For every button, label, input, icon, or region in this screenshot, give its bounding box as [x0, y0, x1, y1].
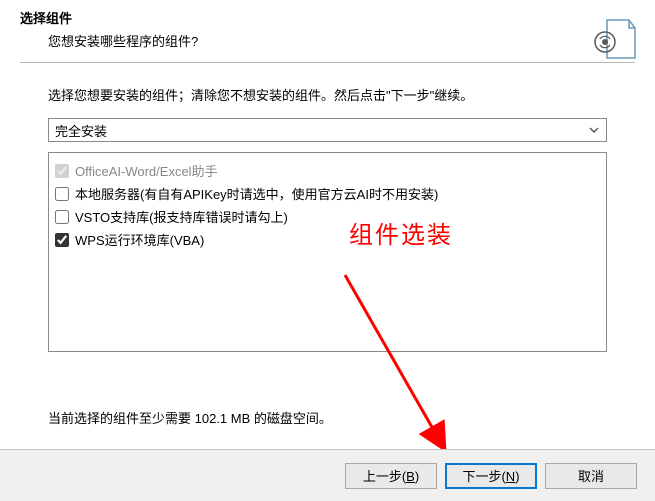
install-type-dropdown[interactable]: 完全安装	[48, 118, 607, 142]
chevron-down-icon	[585, 122, 602, 139]
wizard-footer: 上一步(B) 下一步(N) 取消	[0, 449, 655, 501]
component-checkbox	[55, 164, 69, 178]
component-label: WPS运行环境库(VBA)	[75, 230, 204, 249]
page-title: 选择组件	[20, 8, 635, 27]
header-divider	[20, 62, 635, 63]
annotation-text: 组件选装	[349, 215, 453, 250]
component-checkbox[interactable]	[55, 187, 69, 201]
component-row[interactable]: VSTO支持库(报支持库错误时请勾上)	[53, 205, 602, 228]
component-checkbox[interactable]	[55, 233, 69, 247]
dropdown-selected: 完全安装	[55, 121, 107, 140]
component-row[interactable]: WPS运行环境库(VBA)	[53, 228, 602, 251]
component-row: OfficeAI-Word/Excel助手	[53, 159, 602, 182]
installer-icon	[589, 14, 637, 62]
instruction-text: 选择您想要安装的组件；清除您不想安装的组件。然后点击"下一步"继续。	[48, 85, 607, 104]
wizard-header: 选择组件 您想安装哪些程序的组件?	[0, 0, 655, 67]
component-label: VSTO支持库(报支持库错误时请勾上)	[75, 207, 288, 226]
back-button[interactable]: 上一步(B)	[345, 463, 437, 489]
disk-space-text: 当前选择的组件至少需要 102.1 MB 的磁盘空间。	[48, 408, 332, 427]
cancel-button[interactable]: 取消	[545, 463, 637, 489]
next-button[interactable]: 下一步(N)	[445, 463, 537, 489]
component-checkbox[interactable]	[55, 210, 69, 224]
component-label: OfficeAI-Word/Excel助手	[75, 161, 218, 180]
components-listbox[interactable]: 组件选装 OfficeAI-Word/Excel助手本地服务器(有自有APIKe…	[48, 152, 607, 352]
component-row[interactable]: 本地服务器(有自有APIKey时请选中，使用官方云AI时不用安装)	[53, 182, 602, 205]
component-label: 本地服务器(有自有APIKey时请选中，使用官方云AI时不用安装)	[75, 184, 438, 203]
content-area: 选择您想要安装的组件；清除您不想安装的组件。然后点击"下一步"继续。 完全安装 …	[0, 67, 655, 352]
page-subtitle: 您想安装哪些程序的组件?	[48, 31, 635, 50]
